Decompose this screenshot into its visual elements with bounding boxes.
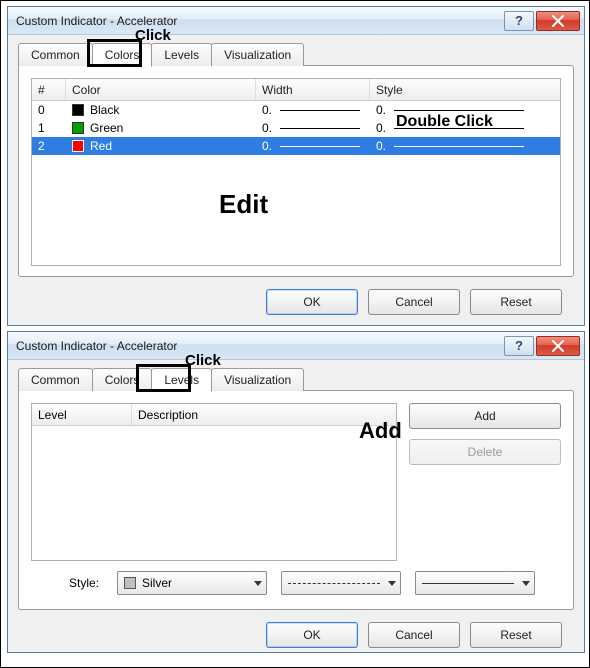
close-button[interactable] — [536, 336, 580, 356]
tabstrip: Common Colors Levels Visualization — [18, 42, 574, 66]
tab-common[interactable]: Common — [18, 43, 93, 66]
close-icon — [551, 340, 565, 352]
help-icon: ? — [515, 339, 523, 352]
style-sample — [394, 128, 524, 129]
help-icon: ? — [515, 14, 523, 27]
help-button[interactable]: ? — [504, 336, 534, 356]
ok-button[interactable]: OK — [266, 622, 358, 648]
color-table[interactable]: # Color Width Style 0 Black 0. — [31, 78, 561, 266]
add-button[interactable]: Add — [409, 403, 561, 429]
delete-button: Delete — [409, 439, 561, 465]
style-row: Style: Silver — [31, 571, 561, 595]
col-color[interactable]: Color — [66, 79, 256, 100]
cancel-button[interactable]: Cancel — [368, 289, 460, 315]
color-row-selected[interactable]: 2 Red 0. 0. — [32, 137, 560, 155]
col-idx[interactable]: # — [32, 79, 66, 100]
color-swatch — [124, 577, 136, 589]
col-style[interactable]: Style — [370, 79, 560, 100]
tab-visualization[interactable]: Visualization — [211, 43, 304, 66]
chevron-down-icon — [254, 581, 262, 586]
chevron-down-icon — [522, 581, 530, 586]
levels-panel: Level Description Add Delete Style: Silv… — [18, 390, 574, 610]
width-sample — [280, 128, 360, 129]
chevron-down-icon — [388, 581, 396, 586]
colors-panel: # Color Width Style 0 Black 0. — [18, 65, 574, 277]
reset-button[interactable]: Reset — [470, 289, 562, 315]
tab-colors[interactable]: Colors — [92, 368, 153, 391]
color-swatch — [72, 122, 84, 134]
color-name: Black — [90, 103, 119, 117]
ok-button[interactable]: OK — [266, 289, 358, 315]
style-sample — [394, 146, 524, 147]
levels-side-buttons: Add Delete — [409, 403, 561, 561]
style-dash-combo[interactable] — [281, 571, 401, 595]
color-row[interactable]: 1 Green 0. 0. — [32, 119, 560, 137]
style-width-combo[interactable] — [415, 571, 535, 595]
window-title: Custom Indicator - Accelerator — [16, 14, 177, 28]
style-label: Style: — [31, 576, 103, 590]
style-sample — [394, 110, 524, 111]
color-name: Green — [90, 121, 123, 135]
col-description[interactable]: Description — [132, 404, 396, 425]
style-color-combo[interactable]: Silver — [117, 571, 267, 595]
tab-levels[interactable]: Levels — [151, 368, 212, 392]
color-table-header: # Color Width Style — [32, 79, 560, 101]
color-row[interactable]: 0 Black 0. 0. — [32, 101, 560, 119]
col-level[interactable]: Level — [32, 404, 132, 425]
button-bar: OK Cancel Reset — [18, 610, 574, 656]
close-icon — [551, 15, 565, 27]
color-swatch — [72, 140, 84, 152]
tabstrip: Common Colors Levels Visualization — [18, 367, 574, 391]
dash-sample — [288, 583, 380, 584]
color-swatch — [72, 104, 84, 116]
tab-levels[interactable]: Levels — [151, 43, 212, 66]
width-sample — [280, 110, 360, 111]
reset-button[interactable]: Reset — [470, 622, 562, 648]
col-width[interactable]: Width — [256, 79, 370, 100]
width-sample — [280, 146, 360, 147]
window-title: Custom Indicator - Accelerator — [16, 339, 177, 353]
tab-common[interactable]: Common — [18, 368, 93, 391]
levels-table[interactable]: Level Description — [31, 403, 397, 561]
cancel-button[interactable]: Cancel — [368, 622, 460, 648]
button-bar: OK Cancel Reset — [18, 277, 574, 323]
close-button[interactable] — [536, 11, 580, 31]
color-name: Red — [90, 139, 112, 153]
titlebar[interactable]: Custom Indicator - Accelerator ? — [8, 7, 584, 35]
dialog-levels: Custom Indicator - Accelerator ? Common … — [7, 331, 585, 653]
tab-visualization[interactable]: Visualization — [211, 368, 304, 391]
style-color-name: Silver — [142, 576, 172, 590]
dialog-colors: Custom Indicator - Accelerator ? Common … — [7, 6, 585, 326]
titlebar[interactable]: Custom Indicator - Accelerator ? — [8, 332, 584, 360]
help-button[interactable]: ? — [504, 11, 534, 31]
levels-table-header: Level Description — [32, 404, 396, 426]
tab-colors[interactable]: Colors — [92, 43, 153, 67]
solid-sample — [422, 583, 514, 584]
